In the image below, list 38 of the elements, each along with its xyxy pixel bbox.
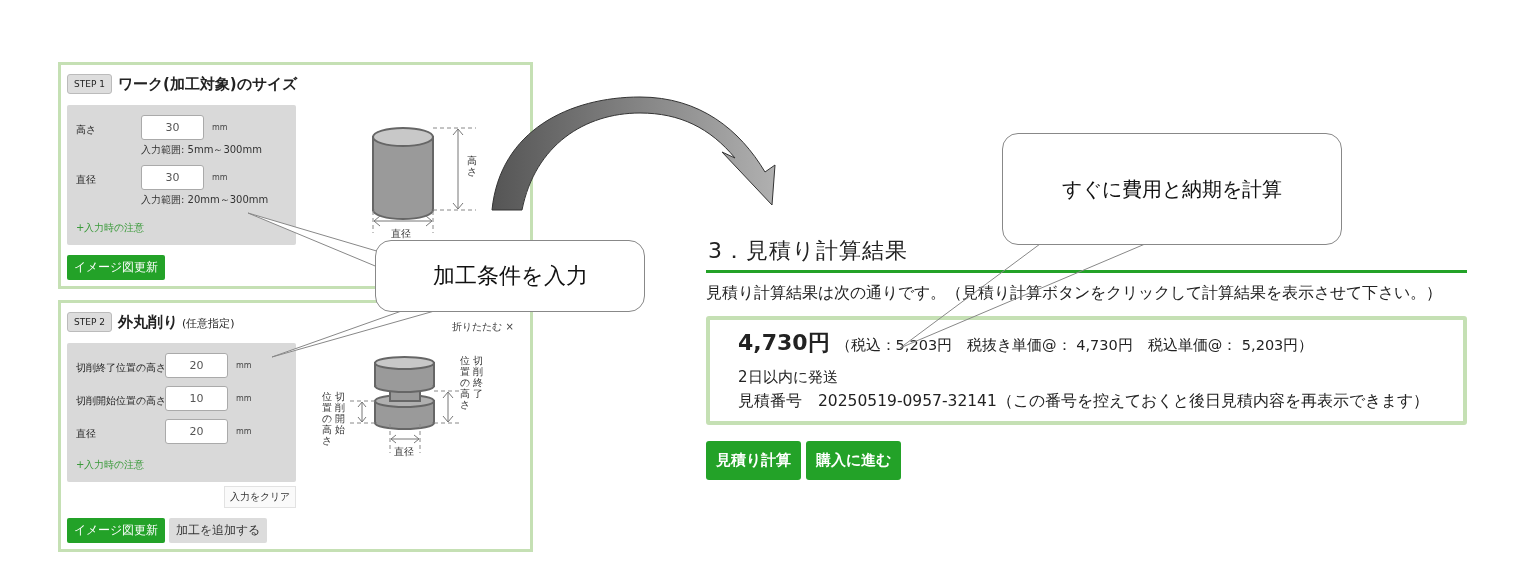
estimate-number: 見積番号 20250519-0957-32141（この番号を控えておくと後日見積内容を再表示できます） (738, 391, 1430, 412)
callout-bubble: すぐに費用と納期を計算 (1002, 133, 1342, 245)
step-subtitle: (任意指定) (181, 316, 235, 331)
field-label: 切削終了位置の高さ (76, 361, 165, 375)
range-hint: 入力範囲: 5mm～300mm (141, 143, 262, 157)
range-hint: 入力範囲: 20mm～300mm (141, 193, 269, 207)
price-text: 4,730円 (738, 329, 830, 357)
end-height-label: 切削終了 (473, 355, 483, 399)
unit-label: mm (212, 173, 228, 182)
diameter-label: 直径 (391, 227, 411, 241)
field-label: 直径 (76, 427, 97, 441)
unit-label: mm (236, 361, 252, 370)
input-field[interactable]: 20 (165, 353, 228, 378)
input-field[interactable]: 30 (141, 165, 204, 190)
start-height-label: 位置の高さ (322, 391, 332, 446)
input-field[interactable]: 30 (141, 115, 204, 140)
field-label: 直径 (76, 173, 97, 187)
unit-label: mm (236, 427, 252, 436)
field-label: 高さ (76, 123, 97, 137)
step-badge: STEP 2 (67, 312, 112, 332)
result-description: 見積り計算結果は次の通りです。（見積り計算ボタンをクリックして計算結果を表示させて下さい。） (706, 283, 1443, 304)
input-field[interactable]: 20 (165, 419, 228, 444)
start-height-label: 切削開始 (335, 391, 345, 435)
input-field[interactable]: 10 (165, 386, 228, 411)
shipping-text: 2日以内に発送 (738, 368, 839, 387)
diameter-label: 直径 (394, 445, 414, 459)
end-height-label: 位置の高さ (460, 355, 470, 410)
step-title: ワーク(加工対象)のサイズ (117, 74, 297, 94)
collapse-link[interactable]: 折りたたむ × (452, 320, 524, 334)
field-label: 切削開始位置の高さ (76, 394, 165, 408)
step-title: 外丸削り (117, 312, 178, 332)
price-detail: （税込：5,203円 税抜き単価@： 4,730円 税込単価@： 5,203円） (835, 336, 1314, 355)
height-label: 高さ (467, 155, 477, 177)
step-badge: STEP 1 (67, 74, 112, 94)
unit-label: mm (212, 123, 228, 132)
action-button[interactable]: 加工を追加する (169, 518, 267, 543)
unit-label: mm (236, 394, 252, 403)
clear-button[interactable]: 入力をクリア (224, 486, 296, 508)
